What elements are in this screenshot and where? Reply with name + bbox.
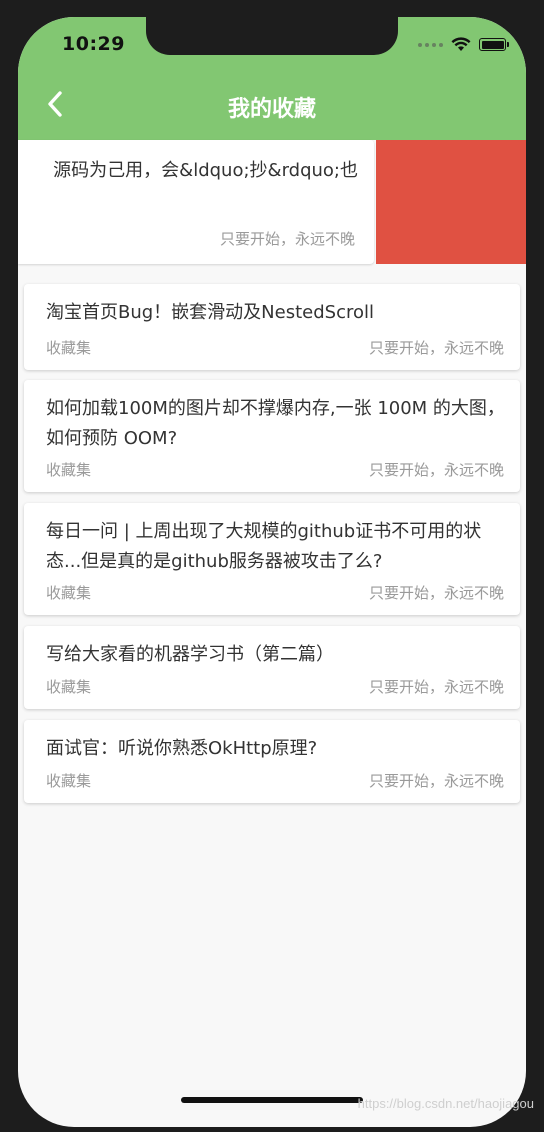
swiped-card[interactable]: 源码为己用，会&ldquo;抄&rdquo;也 只要开始，永远不晚 [18, 140, 374, 264]
swiped-list-item[interactable]: 源码为己用，会&ldquo;抄&rdquo;也 只要开始，永远不晚 [18, 140, 526, 264]
item-category: 收藏集 [46, 461, 92, 479]
item-author: 只要开始，永远不晚 [368, 678, 504, 696]
app-bar: 10:29 我的收藏 [18, 17, 526, 140]
phone-frame: 10:29 我的收藏 源码为己用，会&ldquo;抄&rdquo;也 只要开始，… [0, 0, 544, 1132]
item-category: 收藏集 [46, 339, 92, 357]
item-category: 收藏集 [46, 678, 92, 696]
home-indicator[interactable] [181, 1097, 363, 1103]
item-title: 淘宝首页Bug！嵌套滑动及NestedScroll [46, 302, 374, 323]
item-author: 只要开始，永远不晚 [368, 461, 504, 479]
list-item[interactable]: 如何加载100M的图片却不撑爆内存,一张 100M 的大图，如何预防 OOM? … [24, 380, 520, 492]
status-time: 10:29 [62, 33, 125, 55]
list-item[interactable]: 淘宝首页Bug！嵌套滑动及NestedScroll 收藏集 只要开始，永远不晚 [24, 284, 520, 370]
swiped-item-author: 只要开始，永远不晚 [219, 230, 355, 248]
list-item[interactable]: 写给大家看的机器学习书（第二篇） 收藏集 只要开始，永远不晚 [24, 626, 520, 709]
screen: 10:29 我的收藏 源码为己用，会&ldquo;抄&rdquo;也 只要开始，… [18, 17, 526, 1127]
notch [146, 17, 398, 55]
item-category: 收藏集 [46, 772, 92, 790]
signal-icon [418, 42, 443, 47]
watermark: https://blog.csdn.net/haojiagou [357, 1096, 534, 1111]
item-category: 收藏集 [46, 584, 92, 602]
battery-icon [479, 38, 509, 51]
item-title: 每日一问 | 上周出现了大规模的github证书不可用的状态...但是真的是gi… [46, 521, 482, 572]
item-author: 只要开始，永远不晚 [368, 584, 504, 602]
page-title: 我的收藏 [227, 97, 316, 122]
status-icons [418, 37, 509, 52]
item-author: 只要开始，永远不晚 [368, 339, 504, 357]
item-author: 只要开始，永远不晚 [368, 772, 504, 790]
wifi-icon [451, 37, 471, 51]
item-title: 如何加载100M的图片却不撑爆内存,一张 100M 的大图，如何预防 OOM? [46, 398, 505, 449]
delete-action[interactable] [376, 140, 526, 264]
list-item[interactable]: 面试官：听说你熟悉OkHttp原理? 收藏集 只要开始，永远不晚 [24, 720, 520, 803]
item-title: 写给大家看的机器学习书（第二篇） [46, 644, 334, 665]
item-title: 面试官：听说你熟悉OkHttp原理? [46, 738, 318, 759]
list-item[interactable]: 每日一问 | 上周出现了大规模的github证书不可用的状态...但是真的是gi… [24, 503, 520, 615]
swiped-item-title: 源码为己用，会&ldquo;抄&rdquo;也 [53, 160, 358, 181]
